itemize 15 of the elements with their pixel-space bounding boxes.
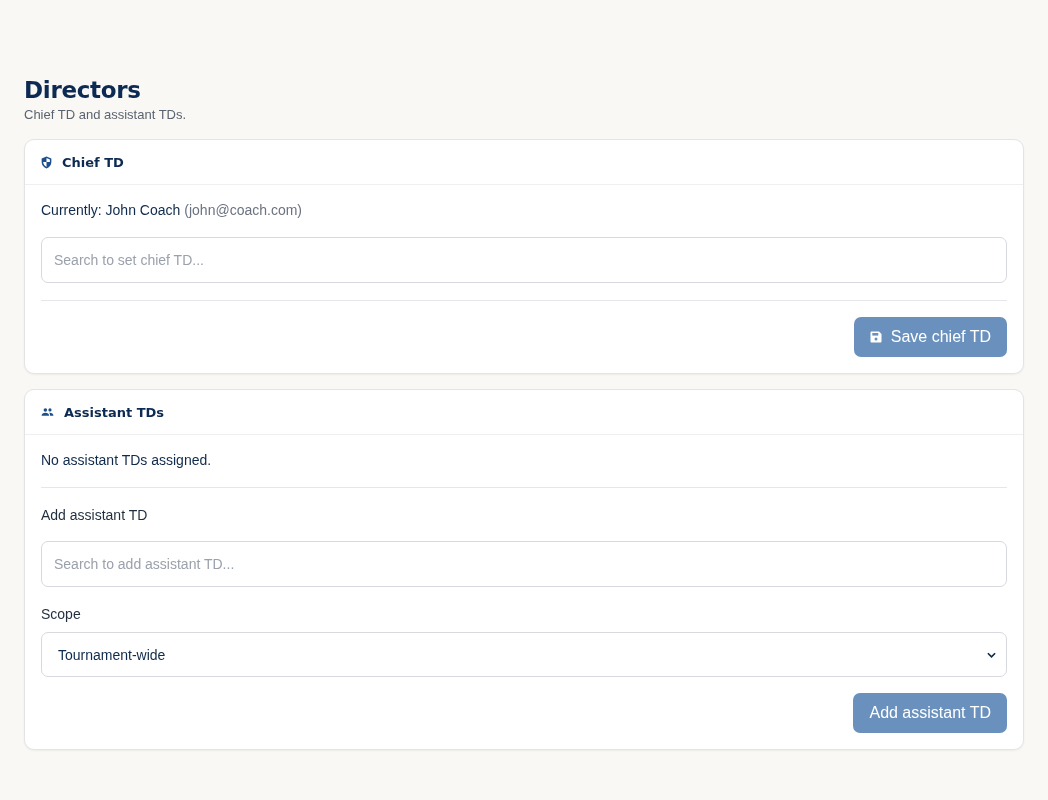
field-label: Add assistant TD xyxy=(41,507,149,524)
field-label: Scope xyxy=(41,606,82,623)
search-field[interactable]: Search to add assistant TD... xyxy=(41,541,1007,587)
shield-icon xyxy=(41,155,52,169)
page-title: Directors xyxy=(24,76,142,104)
empty-message: No assistant TDs assigned. xyxy=(41,452,213,469)
current-chief-text: Currently: John Coach xyxy=(41,202,181,219)
card-title: Chief TD xyxy=(62,154,124,170)
people-icon xyxy=(41,408,54,416)
chevron-down-icon xyxy=(987,651,996,658)
scope-select[interactable]: Tournament-wide xyxy=(41,632,1007,677)
card-title: Assistant TDs xyxy=(64,404,165,420)
email-text: (john@coach.com) xyxy=(184,202,302,219)
search-field[interactable]: Search to set chief TD... xyxy=(41,237,1007,283)
page-subtitle: Chief TD and assistant TDs. xyxy=(24,107,188,123)
